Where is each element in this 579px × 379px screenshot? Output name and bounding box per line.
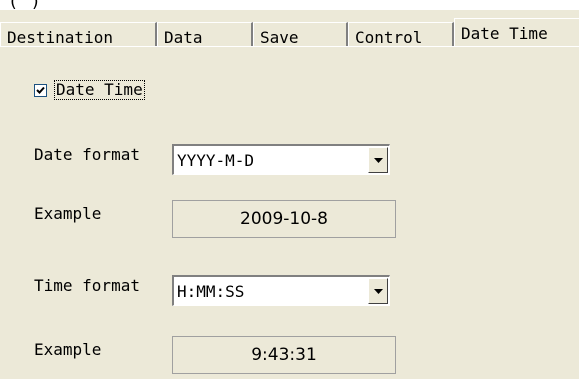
tab-label: Date Time bbox=[461, 24, 548, 43]
date-format-label: Date format bbox=[34, 145, 140, 164]
tab-bar: Destination Data Save Control Date Time bbox=[0, 10, 579, 58]
date-time-checkbox[interactable] bbox=[34, 83, 47, 97]
date-time-panel: Date Time Date format YYYY-M-D Example 2… bbox=[0, 46, 579, 379]
checkmark-icon bbox=[36, 86, 45, 94]
tab-label: Save bbox=[260, 28, 299, 47]
date-time-checkbox-row[interactable]: Date Time bbox=[34, 78, 145, 102]
time-format-select[interactable]: H:MM:SS bbox=[172, 275, 390, 306]
time-format-label: Time format bbox=[34, 276, 140, 295]
time-format-value: H:MM:SS bbox=[177, 282, 245, 301]
date-example-value: 2009-10-8 bbox=[240, 209, 328, 229]
date-example-label: Example bbox=[34, 204, 102, 223]
date-format-select[interactable]: YYYY-M-D bbox=[172, 144, 390, 175]
time-example-label: Example bbox=[34, 340, 102, 359]
date-time-checkbox-label: Date Time bbox=[54, 80, 145, 100]
date-example-display: 2009-10-8 bbox=[172, 200, 396, 238]
tab-label: Control bbox=[355, 28, 423, 47]
time-example-value: 9:43:31 bbox=[251, 345, 317, 365]
date-format-dropdown-button[interactable] bbox=[368, 147, 388, 173]
time-example-display: 9:43:31 bbox=[172, 336, 396, 374]
tab-label: Data bbox=[164, 28, 203, 47]
chevron-down-icon bbox=[374, 289, 383, 294]
tab-label: Destination bbox=[7, 28, 113, 47]
chevron-down-icon bbox=[374, 158, 383, 163]
time-format-dropdown-button[interactable] bbox=[368, 278, 388, 304]
date-format-value: YYYY-M-D bbox=[177, 151, 255, 170]
